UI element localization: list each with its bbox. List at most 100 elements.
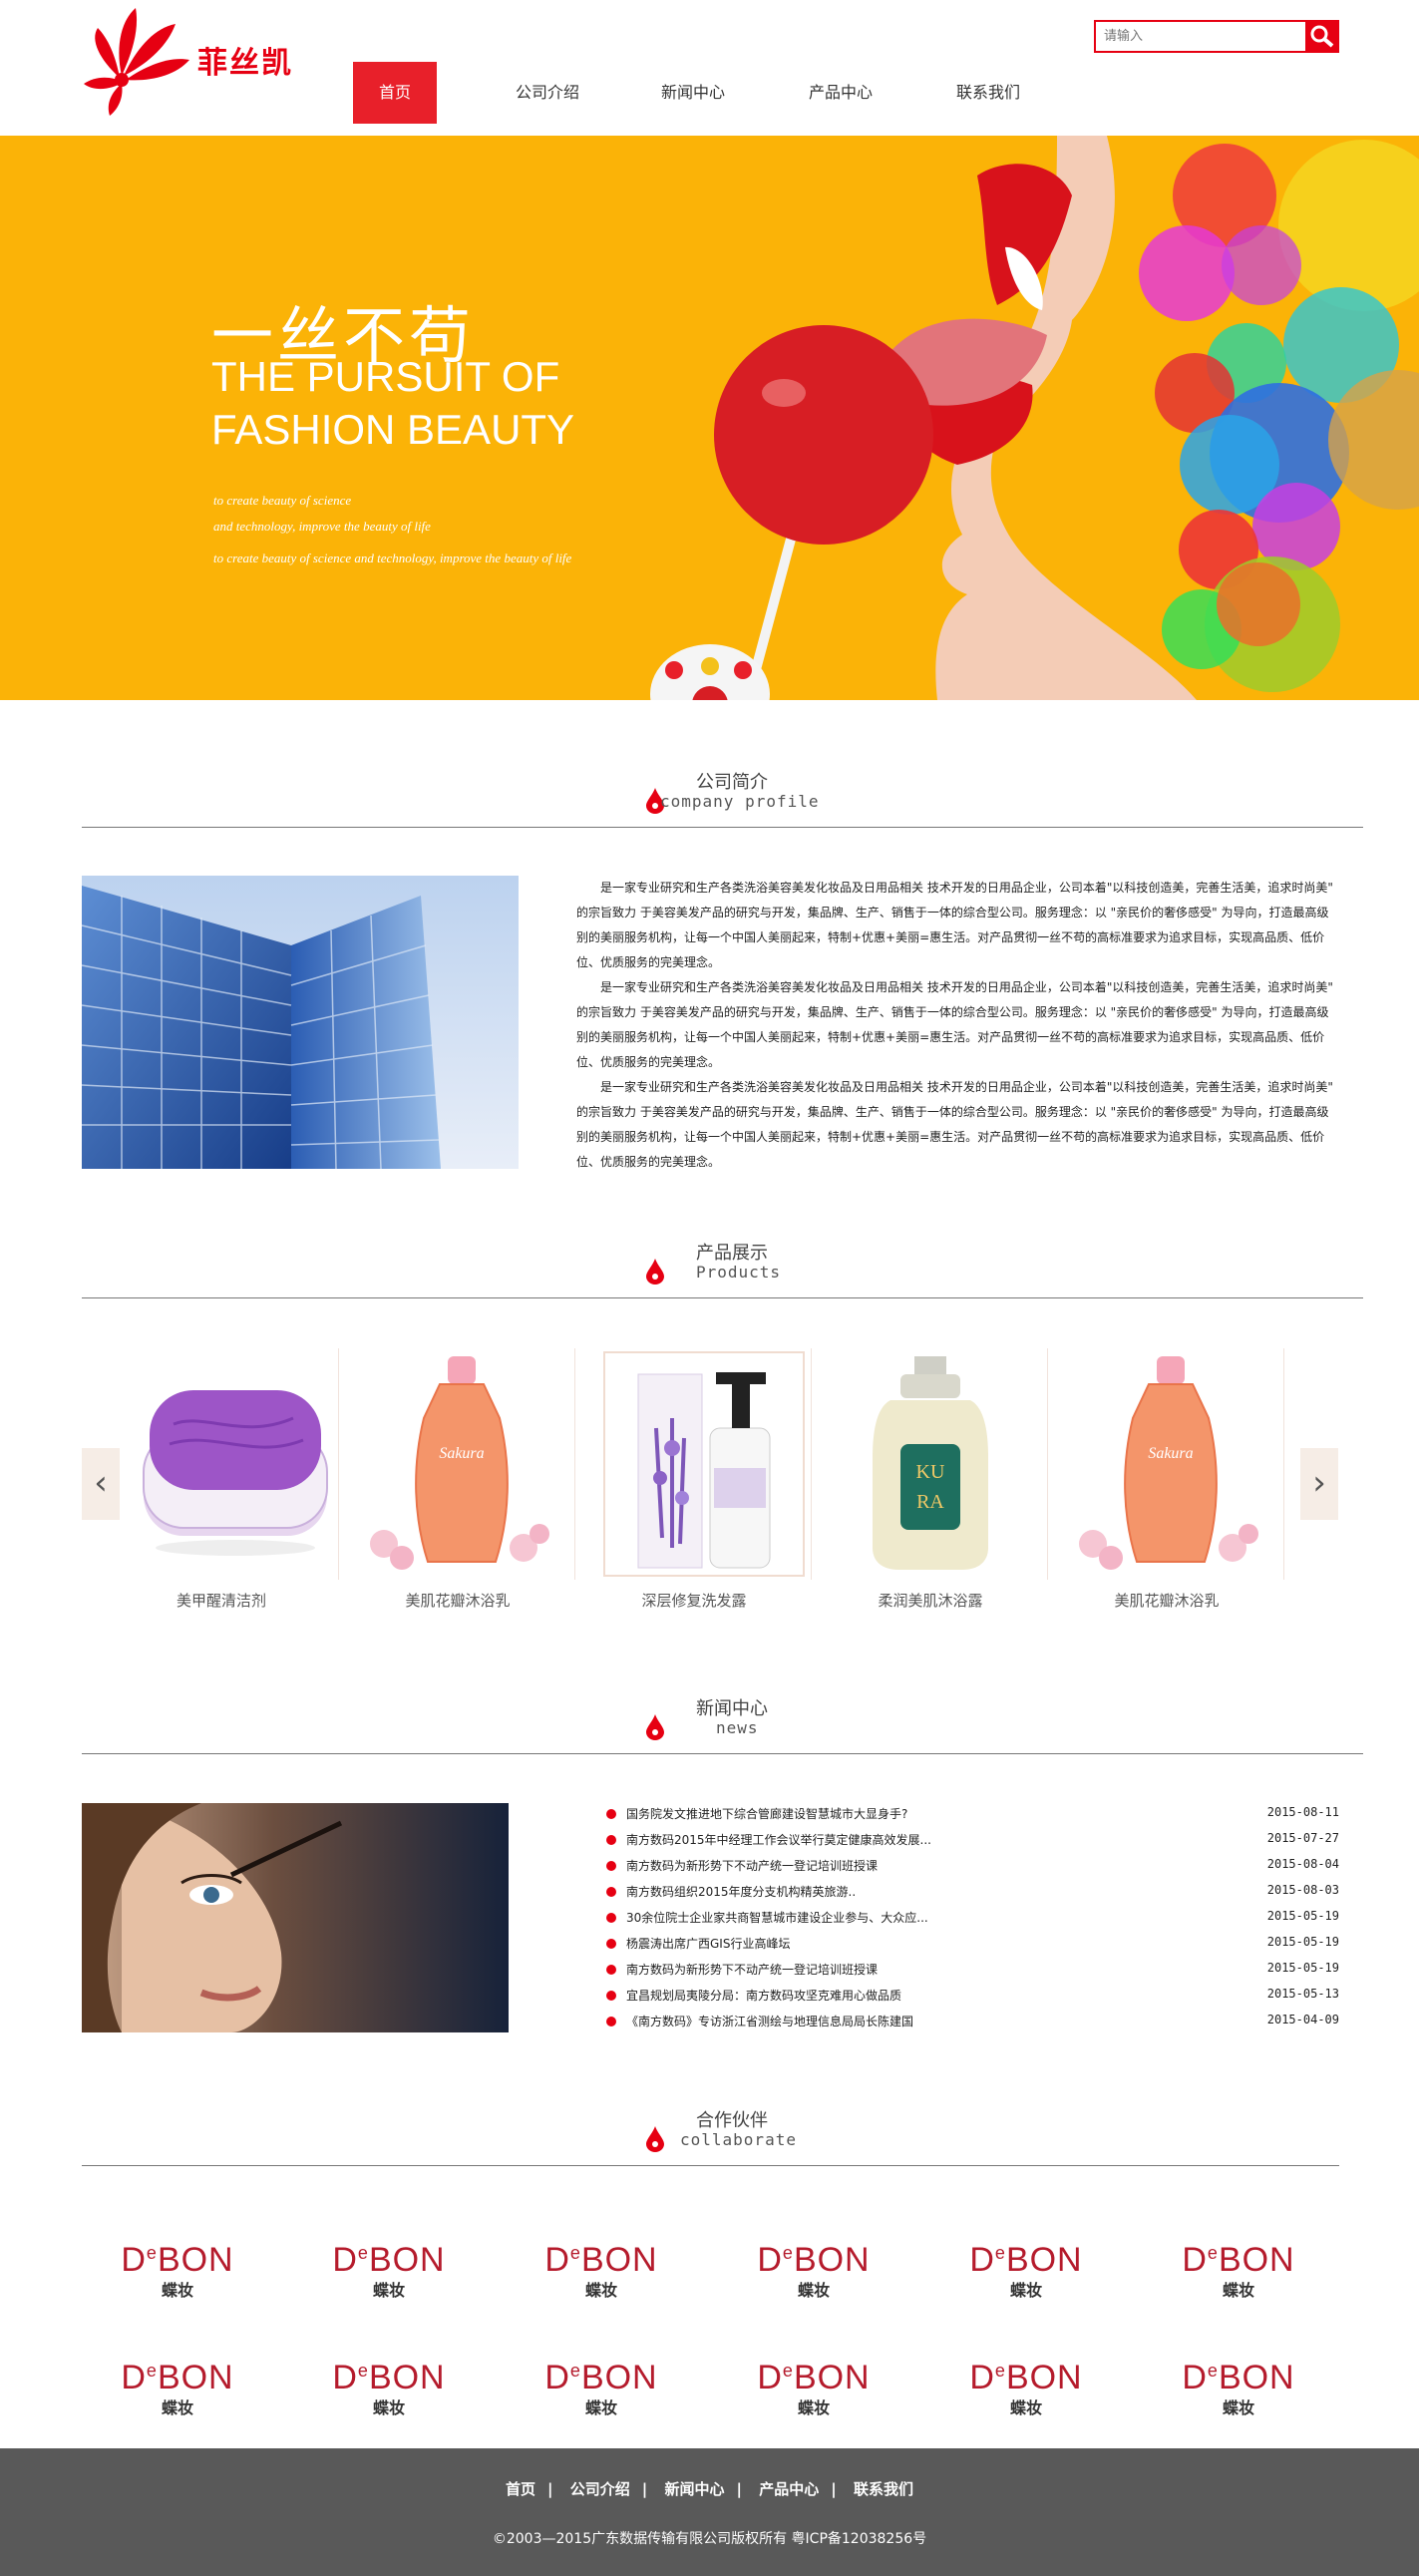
partner-logo[interactable]: DeBON 蝶妆 <box>108 2352 247 2421</box>
product-name[interactable]: 柔润美肌沐浴露 <box>813 1590 1048 1611</box>
bullet-icon <box>606 2017 616 2026</box>
partner-brand-d: D <box>332 2241 358 2279</box>
partner-brand: DeBON <box>532 2234 671 2279</box>
news-title[interactable]: 南方数码2015年中经理工作会议举行莫定健康高效发展... <box>626 1831 931 1848</box>
news-item[interactable]: 南方数码2015年中经理工作会议举行莫定健康高效发展... 2015-07-27 <box>606 1827 1339 1853</box>
news-item[interactable]: 《南方数码》专访浙江省测绘与地理信息局局长陈建国 2015-04-09 <box>606 2009 1339 2034</box>
product-image: Sakura <box>340 1348 575 1580</box>
partner-brand: DeBON <box>956 2352 1096 2396</box>
nav-item-products[interactable]: 产品中心 <box>776 62 905 124</box>
partner-brand-e: e <box>146 2243 158 2263</box>
news-item[interactable]: 宜昌规划局夷陵分局：南方数码攻坚克难用心做品质 2015-05-13 <box>606 1983 1339 2009</box>
bullet-icon <box>606 1913 616 1923</box>
company-building-image <box>82 876 519 1169</box>
search-input[interactable] <box>1094 20 1305 53</box>
hero-banner[interactable]: 一丝不苟 THE PURSUIT OF FASHION BEAUTY to cr… <box>0 136 1419 700</box>
partner-brand-d: D <box>121 2241 147 2279</box>
products-next-button[interactable]: › <box>1300 1448 1338 1520</box>
partner-brand-d: D <box>121 2359 147 2396</box>
news-item[interactable]: 30余位院士企业家共商智慧城市建设企业参与、大众应... 2015-05-19 <box>606 1905 1339 1931</box>
news-title[interactable]: 30余位院士企业家共商智慧城市建设企业参与、大众应... <box>626 1909 928 1926</box>
partner-logo[interactable]: DeBON 蝶妆 <box>319 2234 459 2304</box>
news-title-cn[interactable]: 新闻中心 <box>696 1694 768 1720</box>
news-item[interactable]: 国务院发文推进地下综合管廊建设智慧城市大显身手? 2015-08-11 <box>606 1801 1339 1827</box>
nav-item-home[interactable]: 首页 <box>353 62 437 124</box>
partner-logo[interactable]: DeBON 蝶妆 <box>108 2234 247 2304</box>
partner-logo[interactable]: DeBON 蝶妆 <box>956 2352 1096 2421</box>
partner-brand-sub: 蝶妆 <box>584 2398 617 2417</box>
news-title[interactable]: 南方数码组织2015年度分支机构精英旅游.. <box>626 1883 856 1900</box>
footer-link-products[interactable]: 产品中心 <box>759 2480 819 2498</box>
footer-link-home[interactable]: 首页 <box>506 2480 535 2498</box>
news-title[interactable]: 宜昌规划局夷陵分局：南方数码攻坚克难用心做品质 <box>626 1987 901 2004</box>
product-name[interactable]: 美甲醒清洁剂 <box>104 1590 339 1611</box>
site-footer: 首页 | 公司介绍 | 新闻中心 | 产品中心 | 联系我们 ©2003—2015广东数… <box>0 2448 1419 2576</box>
bullet-icon <box>606 1991 616 2001</box>
bullet-icon <box>606 1809 616 1819</box>
partner-logo[interactable]: DeBON 蝶妆 <box>532 2352 671 2421</box>
partner-brand-sub: 蝶妆 <box>372 2281 405 2300</box>
news-title[interactable]: 杨震涛出席广西GIS行业高峰坛 <box>626 1935 790 1952</box>
banner-tagline-3: to create beauty of science and technolo… <box>213 551 572 565</box>
partners-title-cn[interactable]: 合作伙伴 <box>696 2106 768 2132</box>
partner-brand: DeBON <box>319 2352 459 2396</box>
product-name[interactable]: 美肌花瓣沐浴乳 <box>340 1590 575 1611</box>
news-date: 2015-08-11 <box>1266 1805 1339 1819</box>
news-title[interactable]: 南方数码为新形势下不动产统一登记培训班授课 <box>626 1857 878 1874</box>
product-card[interactable]: 美甲醒清洁剂 <box>104 1348 339 1610</box>
nav-item-contact[interactable]: 联系我们 <box>923 62 1053 124</box>
partners-section-header: 合作伙伴 collaborate <box>82 2106 1339 2166</box>
partner-logo[interactable]: DeBON 蝶妆 <box>532 2234 671 2304</box>
profile-title-cn[interactable]: 公司简介 <box>696 768 768 794</box>
product-image <box>104 1348 339 1580</box>
product-card[interactable]: 深层修复洗发露 <box>576 1348 812 1610</box>
footer-link-news[interactable]: 新闻中心 <box>664 2480 724 2498</box>
partner-brand-d: D <box>757 2241 783 2279</box>
partner-logo[interactable]: DeBON 蝶妆 <box>1169 2234 1308 2304</box>
partner-logo[interactable]: DeBON 蝶妆 <box>319 2352 459 2421</box>
partner-logo[interactable]: DeBON 蝶妆 <box>956 2234 1096 2304</box>
footer-separator: | <box>547 2480 553 2498</box>
partner-brand: DeBON <box>532 2352 671 2396</box>
product-name[interactable]: 深层修复洗发露 <box>576 1590 812 1611</box>
news-title[interactable]: 南方数码为新形势下不动产统一登记培训班授课 <box>626 1961 878 1978</box>
partner-brand-d: D <box>969 2241 995 2279</box>
news-item[interactable]: 南方数码为新形势下不动产统一登记培训班授课 2015-05-19 <box>606 1957 1339 1983</box>
partner-brand-d: D <box>757 2359 783 2396</box>
partner-brand-e: e <box>569 2243 581 2263</box>
partner-logo[interactable]: DeBON 蝶妆 <box>744 2234 884 2304</box>
news-date: 2015-08-04 <box>1266 1857 1339 1871</box>
bullet-icon <box>606 1887 616 1897</box>
nav-item-news[interactable]: 新闻中心 <box>628 62 758 124</box>
news-item[interactable]: 南方数码为新形势下不动产统一登记培训班授课 2015-08-04 <box>606 1853 1339 1879</box>
partner-brand-main: BON <box>368 2359 446 2396</box>
partners-title-en: collaborate <box>680 2130 797 2149</box>
news-title[interactable]: 《南方数码》专访浙江省测绘与地理信息局局长陈建国 <box>626 2013 913 2029</box>
partner-brand: DeBON <box>108 2234 247 2279</box>
product-name[interactable]: 美肌花瓣沐浴乳 <box>1049 1590 1284 1611</box>
news-item[interactable]: 南方数码组织2015年度分支机构精英旅游.. 2015-08-03 <box>606 1879 1339 1905</box>
news-date: 2015-07-27 <box>1266 1831 1339 1845</box>
bullet-icon <box>606 1939 616 1949</box>
news-title[interactable]: 国务院发文推进地下综合管廊建设智慧城市大显身手? <box>626 1805 907 1822</box>
partner-logo[interactable]: DeBON 蝶妆 <box>744 2352 884 2421</box>
product-card[interactable]: Sakura 美肌花瓣沐浴乳 <box>340 1348 575 1610</box>
partner-brand-e: e <box>782 2243 794 2263</box>
products-title-cn[interactable]: 产品展示 <box>696 1239 768 1265</box>
partner-logo[interactable]: DeBON 蝶妆 <box>1169 2352 1308 2421</box>
news-feature-image[interactable] <box>82 1803 509 2032</box>
product-card[interactable]: Sakura 美肌花瓣沐浴乳 <box>1049 1348 1284 1610</box>
site-logo[interactable]: 菲丝凯 <box>80 0 309 120</box>
partner-brand-sub: 蝶妆 <box>797 2398 830 2417</box>
partner-brand: DeBON <box>1169 2234 1308 2279</box>
footer-link-contact[interactable]: 联系我们 <box>854 2480 913 2498</box>
partner-brand-main: BON <box>1218 2359 1295 2396</box>
news-item[interactable]: 杨震涛出席广西GIS行业高峰坛 2015-05-19 <box>606 1931 1339 1957</box>
search-button[interactable] <box>1305 20 1339 53</box>
product-card[interactable]: KU RA 柔润美肌沐浴露 <box>813 1348 1048 1610</box>
nav-item-about[interactable]: 公司介绍 <box>483 62 612 124</box>
partner-brand-d: D <box>544 2359 570 2396</box>
footer-link-about[interactable]: 公司介绍 <box>570 2480 630 2498</box>
partner-brand: DeBON <box>1169 2352 1308 2396</box>
brand-name: 菲丝凯 <box>197 46 293 81</box>
